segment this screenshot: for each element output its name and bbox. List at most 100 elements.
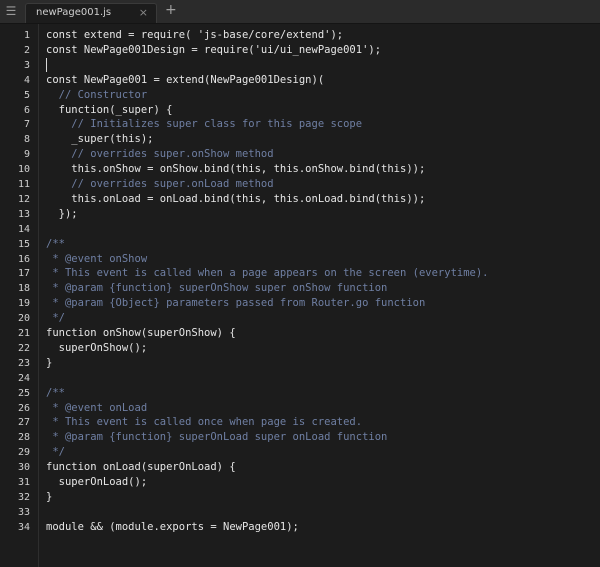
code-line[interactable]: 3 xyxy=(0,57,600,73)
line-number: 29 xyxy=(17,447,30,459)
code-line[interactable]: 9 // overrides super.onShow method xyxy=(0,147,600,162)
line-number: 1 xyxy=(23,30,30,41)
code-text[interactable]: function onShow(superOnShow) { xyxy=(46,326,236,341)
line-number: 23 xyxy=(17,357,30,369)
line-number: 30 xyxy=(17,462,30,474)
code-text[interactable]: /** xyxy=(46,237,65,252)
close-icon[interactable]: × xyxy=(139,6,148,19)
code-line[interactable]: 24 xyxy=(0,371,600,386)
code-text[interactable]: _super(this); xyxy=(46,132,153,147)
code-line[interactable]: 29 */ xyxy=(0,445,600,460)
code-text[interactable]: const extend = require( 'js-base/core/ex… xyxy=(46,28,343,43)
code-line[interactable]: 18 * @param {function} superOnShow super… xyxy=(0,281,600,296)
line-number: 5 xyxy=(23,89,30,101)
new-tab-icon[interactable]: + xyxy=(165,2,177,18)
code-text[interactable]: * @param {Object} parameters passed from… xyxy=(46,296,425,311)
code-line[interactable]: 20 */ xyxy=(0,311,600,326)
code-text[interactable]: */ xyxy=(46,445,65,460)
code-text[interactable]: this.onShow = onShow.bind(this, this.onS… xyxy=(46,162,425,177)
code-line[interactable]: 22 superOnShow(); xyxy=(0,341,600,356)
code-text[interactable]: const NewPage001 = extend(NewPage001Desi… xyxy=(46,73,324,88)
code-line[interactable]: 25 /** xyxy=(0,386,600,401)
line-number: 28 xyxy=(17,432,30,444)
code-line[interactable]: 26 * @event onLoad xyxy=(0,401,600,416)
code-line[interactable]: 11 // overrides super.onLoad method xyxy=(0,177,600,192)
code-text[interactable]: */ xyxy=(46,311,65,326)
line-number: 13 xyxy=(17,208,30,220)
code-text[interactable]: /** xyxy=(46,386,65,401)
code-text[interactable]: } xyxy=(46,356,52,371)
code-text[interactable]: // overrides super.onShow method xyxy=(46,147,273,162)
list-icon[interactable]: ☰ xyxy=(4,4,18,18)
code-text[interactable]: * @event onLoad xyxy=(46,401,147,416)
code-text[interactable]: }); xyxy=(46,207,78,222)
line-number: 17 xyxy=(17,268,30,280)
code-text[interactable]: const NewPage001Design = require('ui/ui_… xyxy=(46,43,381,58)
line-number: 18 xyxy=(17,283,30,295)
code-editor[interactable]: 1 const extend = require( 'js-base/core/e… xyxy=(0,24,600,567)
code-line[interactable]: 8 _super(this); xyxy=(0,132,600,147)
code-line[interactable]: 17 * This event is called when a page ap… xyxy=(0,266,600,281)
code-text[interactable]: superOnShow(); xyxy=(46,341,148,356)
code-line[interactable]: 2 const NewPage001Design = require('ui/ui… xyxy=(0,43,600,58)
line-number: 7 xyxy=(23,119,30,131)
line-number: 34 xyxy=(17,521,30,533)
line-number: 2 xyxy=(23,44,30,56)
code-line[interactable]: 6 function(_super) { xyxy=(0,103,600,118)
code-line[interactable]: 19 * @param {Object} parameters passed f… xyxy=(0,296,600,311)
line-number: 19 xyxy=(17,298,30,310)
code-line[interactable]: 33 xyxy=(0,505,600,520)
code-line[interactable]: 27 * This event is called once when page… xyxy=(0,415,600,430)
line-number: 31 xyxy=(17,477,30,488)
code-text[interactable]: // Constructor xyxy=(46,88,148,103)
line-number: 8 xyxy=(23,134,30,146)
line-number: 9 xyxy=(23,149,30,161)
code-line[interactable]: 5 // Constructor xyxy=(0,88,600,103)
code-line[interactable]: 1 const extend = require( 'js-base/core/e… xyxy=(0,28,600,43)
line-number: 25 xyxy=(17,387,30,399)
code-text[interactable]: // Initializes super class for this page… xyxy=(46,117,362,132)
code-line[interactable]: 10 this.onShow = onShow.bind(this, this.… xyxy=(0,162,600,177)
code-line[interactable]: 30 function onLoad(superOnLoad) { xyxy=(0,460,600,475)
code-text[interactable]: * @param {function} superOnShow super on… xyxy=(46,281,387,296)
code-text[interactable]: * This event is called once when page is… xyxy=(46,415,362,430)
code-text[interactable]: module && (module.exports = NewPage001); xyxy=(46,520,299,535)
code-text[interactable]: // overrides super.onLoad method xyxy=(46,177,273,192)
line-number: 26 xyxy=(17,402,30,414)
code-line[interactable]: 34 module && (module.exports = NewPage001… xyxy=(0,520,600,535)
line-number: 3 xyxy=(23,59,30,71)
code-line[interactable]: 32} xyxy=(0,490,600,505)
code-text[interactable]: function onLoad(superOnLoad) { xyxy=(46,460,236,475)
code-line[interactable]: 31 superOnLoad(); xyxy=(0,475,600,490)
text-cursor xyxy=(46,57,47,72)
code-line[interactable]: 14 xyxy=(0,222,600,237)
code-line[interactable]: 7 // Initializes super class for this pa… xyxy=(0,117,600,132)
code-text[interactable]: superOnLoad(); xyxy=(46,475,148,490)
code-text[interactable]: function(_super) { xyxy=(46,103,173,118)
code-text[interactable]: * This event is called when a page appea… xyxy=(46,266,488,281)
line-number: 14 xyxy=(17,223,30,235)
code-text[interactable]: } xyxy=(46,490,52,505)
tab-newpage001[interactable]: newPage001.js × xyxy=(25,3,157,23)
line-number: 15 xyxy=(17,238,30,250)
tab-title: newPage001.js xyxy=(36,7,112,18)
code-text[interactable]: this.onLoad = onLoad.bind(this, this.onL… xyxy=(46,192,425,207)
line-number: 21 xyxy=(17,328,30,339)
line-number: 27 xyxy=(17,417,30,429)
code-line[interactable]: 12 this.onLoad = onLoad.bind(this, this.… xyxy=(0,192,600,207)
code-line[interactable]: 23} xyxy=(0,356,600,371)
code-line[interactable]: 13 }); xyxy=(0,207,600,222)
line-number: 20 xyxy=(17,313,30,325)
line-number: 12 xyxy=(17,193,30,205)
line-number: 32 xyxy=(17,491,30,503)
code-line[interactable]: 21 function onShow(superOnShow) { xyxy=(0,326,600,341)
code-text[interactable]: * @param {function} superOnLoad super on… xyxy=(46,430,387,445)
line-number: 22 xyxy=(17,342,30,354)
code-line[interactable]: 4 const NewPage001 = extend(NewPage001Des… xyxy=(0,73,600,88)
tab-bar: ☰ newPage001.js × + xyxy=(0,0,600,24)
code-line[interactable]: 15 /** xyxy=(0,237,600,252)
code-text[interactable]: * @event onShow xyxy=(46,252,147,267)
line-number: 16 xyxy=(17,253,30,265)
code-line[interactable]: 16 * @event onShow xyxy=(0,252,600,267)
code-line[interactable]: 28 * @param {function} superOnLoad super… xyxy=(0,430,600,445)
